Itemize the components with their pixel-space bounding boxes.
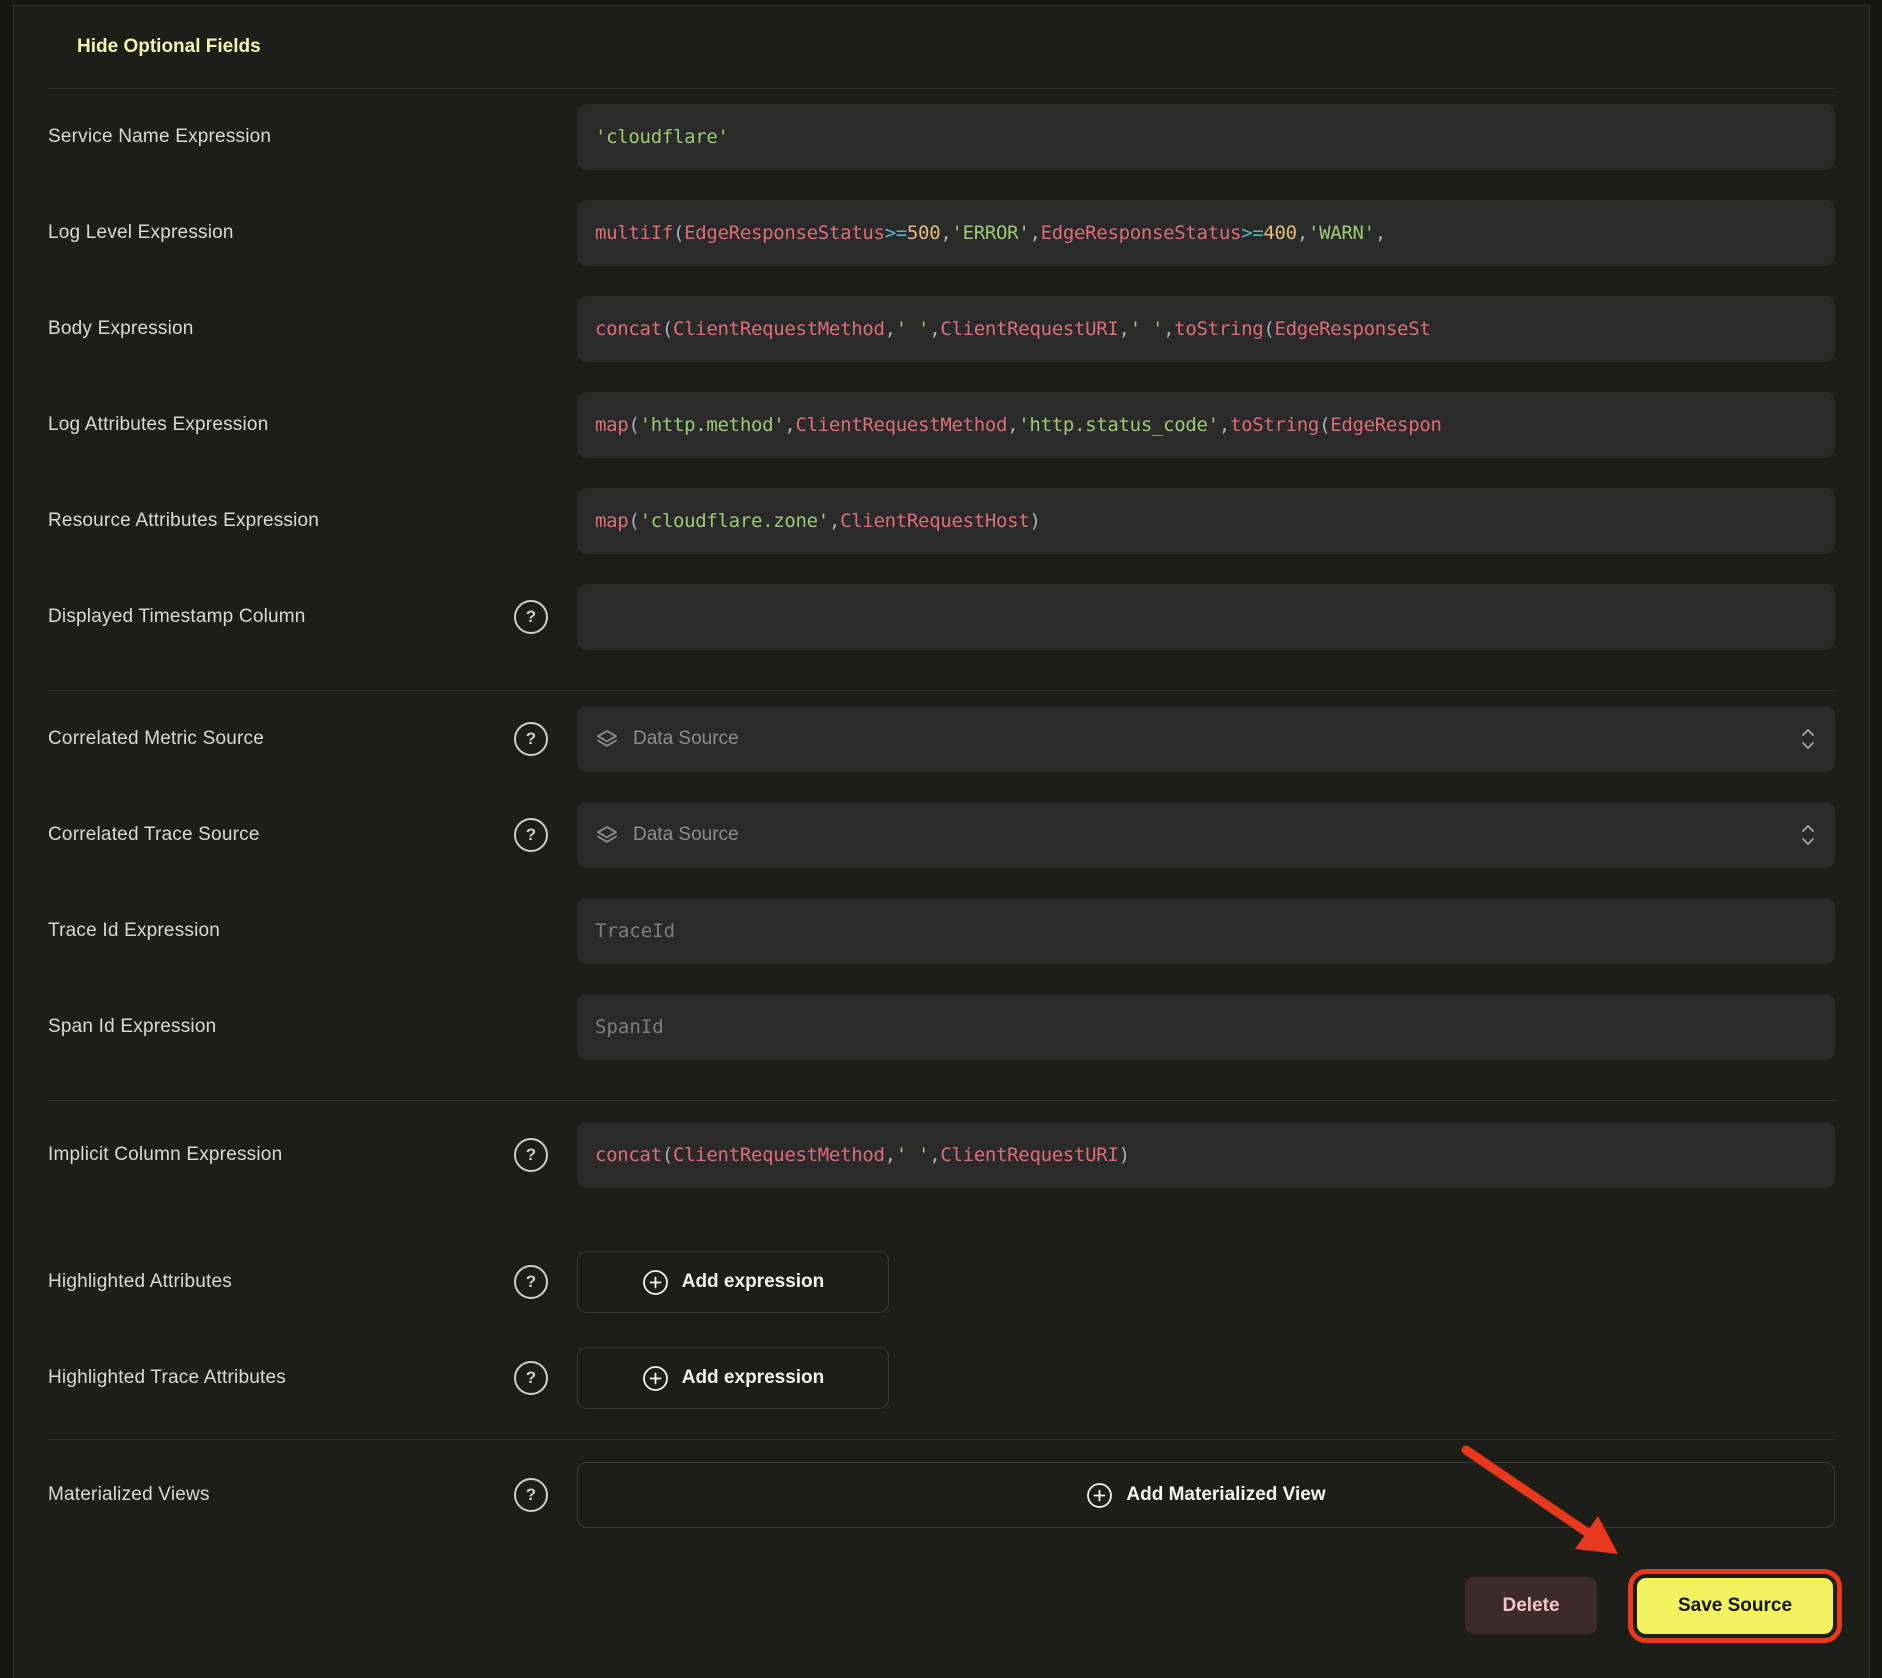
footer-actions: Delete Save Source bbox=[48, 1577, 1835, 1634]
implicit-column-expression-input[interactable]: concat(ClientRequestMethod, ' ', ClientR… bbox=[577, 1122, 1835, 1188]
field-label: Body Expression bbox=[48, 318, 194, 340]
field-label: Highlighted Attributes bbox=[48, 1271, 232, 1293]
label-cell: Highlighted Trace Attributes ? bbox=[48, 1361, 577, 1395]
add-expression-button[interactable]: Add expression bbox=[577, 1251, 889, 1313]
select-placeholder: Data Source bbox=[633, 824, 1785, 846]
field-row-materialized-views: Materialized Views ? Add Materialized Vi… bbox=[48, 1440, 1835, 1550]
label-cell: Trace Id Expression bbox=[48, 920, 577, 942]
log-level-expression-input[interactable]: multiIf(EdgeResponseStatus >= 500, 'ERRO… bbox=[577, 200, 1835, 266]
label-cell: Span Id Expression bbox=[48, 1016, 577, 1038]
correlated-trace-source-select[interactable]: Data Source bbox=[577, 802, 1835, 868]
label-cell: Body Expression bbox=[48, 318, 577, 340]
field-label: Highlighted Trace Attributes bbox=[48, 1367, 286, 1389]
log-attributes-expression-input[interactable]: map('http.method', ClientRequestMethod, … bbox=[577, 392, 1835, 458]
displayed-timestamp-input[interactable] bbox=[577, 584, 1835, 650]
help-icon[interactable]: ? bbox=[514, 1138, 548, 1172]
field-row-displayed-timestamp: Displayed Timestamp Column ? bbox=[48, 569, 1835, 665]
field-row-log-level: Log Level Expression multiIf(EdgeRespons… bbox=[48, 185, 1835, 281]
field-row-log-attributes: Log Attributes Expression map('http.meth… bbox=[48, 377, 1835, 473]
field-label: Service Name Expression bbox=[48, 126, 271, 148]
field-row-span-id: Span Id Expression bbox=[48, 979, 1835, 1075]
layers-icon bbox=[595, 823, 619, 847]
field-label: Log Level Expression bbox=[48, 222, 234, 244]
field-row-service-name: Service Name Expression 'cloudflare' bbox=[48, 89, 1835, 185]
label-cell: Log Attributes Expression bbox=[48, 414, 577, 436]
field-row-correlated-trace: Correlated Trace Source ? Data Source bbox=[48, 787, 1835, 883]
source-settings-screen: Hide Optional Fields Service Name Expres… bbox=[0, 0, 1882, 1678]
add-expression-button[interactable]: Add expression bbox=[577, 1347, 889, 1409]
label-cell: Service Name Expression bbox=[48, 126, 577, 148]
delete-button[interactable]: Delete bbox=[1465, 1577, 1597, 1634]
field-label: Span Id Expression bbox=[48, 1016, 216, 1038]
label-cell: Log Level Expression bbox=[48, 222, 577, 244]
field-label: Materialized Views bbox=[48, 1484, 210, 1506]
field-label: Correlated Trace Source bbox=[48, 824, 260, 846]
label-cell: Correlated Metric Source ? bbox=[48, 722, 577, 756]
hide-optional-fields-toggle[interactable]: Hide Optional Fields bbox=[77, 36, 261, 58]
field-row-body: Body Expression concat(ClientRequestMeth… bbox=[48, 281, 1835, 377]
label-cell: Materialized Views ? bbox=[48, 1478, 577, 1512]
label-cell: Correlated Trace Source ? bbox=[48, 818, 577, 852]
help-icon[interactable]: ? bbox=[514, 1361, 548, 1395]
label-cell: Displayed Timestamp Column ? bbox=[48, 600, 577, 634]
plus-circle-icon bbox=[1086, 1482, 1113, 1509]
help-icon[interactable]: ? bbox=[514, 818, 548, 852]
help-icon[interactable]: ? bbox=[514, 1478, 548, 1512]
help-icon[interactable]: ? bbox=[514, 1265, 548, 1299]
plus-circle-icon bbox=[642, 1269, 669, 1296]
add-materialized-view-button[interactable]: Add Materialized View bbox=[577, 1462, 1835, 1528]
label-cell: Implicit Column Expression ? bbox=[48, 1138, 577, 1172]
field-row-resource-attributes: Resource Attributes Expression map('clou… bbox=[48, 473, 1835, 569]
field-row-highlighted-attributes: Highlighted Attributes ? Add expression bbox=[48, 1234, 1835, 1330]
trace-id-expression-input[interactable] bbox=[577, 898, 1835, 964]
optional-fields-panel: Hide Optional Fields Service Name Expres… bbox=[13, 5, 1870, 1678]
help-icon[interactable]: ? bbox=[514, 722, 548, 756]
help-icon[interactable]: ? bbox=[514, 600, 548, 634]
layers-icon bbox=[595, 727, 619, 751]
body-expression-input[interactable]: concat(ClientRequestMethod, ' ', ClientR… bbox=[577, 296, 1835, 362]
field-label: Correlated Metric Source bbox=[48, 728, 264, 750]
label-cell: Resource Attributes Expression bbox=[48, 510, 577, 532]
field-row-highlighted-trace-attributes: Highlighted Trace Attributes ? Add expre… bbox=[48, 1330, 1835, 1426]
add-expression-label: Add expression bbox=[682, 1367, 825, 1389]
field-label: Implicit Column Expression bbox=[48, 1144, 282, 1166]
add-materialized-view-label: Add Materialized View bbox=[1126, 1484, 1325, 1506]
field-row-correlated-metric: Correlated Metric Source ? Data Source bbox=[48, 691, 1835, 787]
service-name-expression-input[interactable]: 'cloudflare' bbox=[577, 104, 1835, 170]
field-row-implicit-column: Implicit Column Expression ? concat(Clie… bbox=[48, 1101, 1835, 1209]
field-label: Displayed Timestamp Column bbox=[48, 606, 306, 628]
select-placeholder: Data Source bbox=[633, 728, 1785, 750]
correlated-metric-source-select[interactable]: Data Source bbox=[577, 706, 1835, 772]
chevron-up-down-icon bbox=[1799, 726, 1817, 752]
plus-circle-icon bbox=[642, 1365, 669, 1392]
resource-attributes-expression-input[interactable]: map('cloudflare.zone', ClientRequestHost… bbox=[577, 488, 1835, 554]
span-id-expression-input[interactable] bbox=[577, 994, 1835, 1060]
add-expression-label: Add expression bbox=[682, 1271, 825, 1293]
field-label: Trace Id Expression bbox=[48, 920, 220, 942]
save-source-button[interactable]: Save Source bbox=[1637, 1578, 1833, 1634]
field-row-trace-id: Trace Id Expression bbox=[48, 883, 1835, 979]
field-label: Log Attributes Expression bbox=[48, 414, 268, 436]
toggle-row: Hide Optional Fields bbox=[48, 6, 1835, 62]
label-cell: Highlighted Attributes ? bbox=[48, 1265, 577, 1299]
chevron-up-down-icon bbox=[1799, 822, 1817, 848]
field-label: Resource Attributes Expression bbox=[48, 510, 319, 532]
